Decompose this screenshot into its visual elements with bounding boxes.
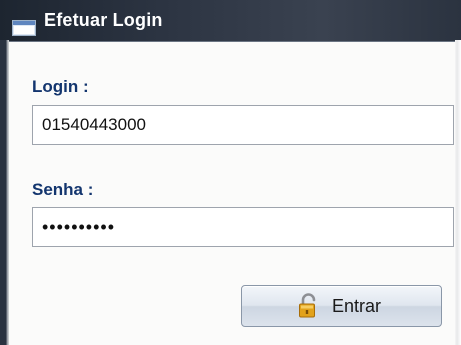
window-icon — [12, 20, 36, 36]
title-bar[interactable]: Efetuar Login — [0, 0, 461, 42]
window-title: Efetuar Login — [44, 10, 163, 30]
window-right-border — [455, 40, 461, 345]
window-left-border — [0, 40, 9, 345]
entrar-button[interactable]: Entrar — [241, 285, 442, 327]
password-label: Senha : — [32, 180, 94, 199]
password-input[interactable] — [32, 207, 454, 247]
login-label: Login : — [32, 77, 89, 96]
unlocked-padlock-icon — [298, 293, 316, 318]
entrar-button-label: Entrar — [331, 295, 382, 316]
login-input[interactable] — [32, 105, 454, 145]
login-window: Efetuar Login Login : Senha : Entrar — [0, 0, 461, 345]
